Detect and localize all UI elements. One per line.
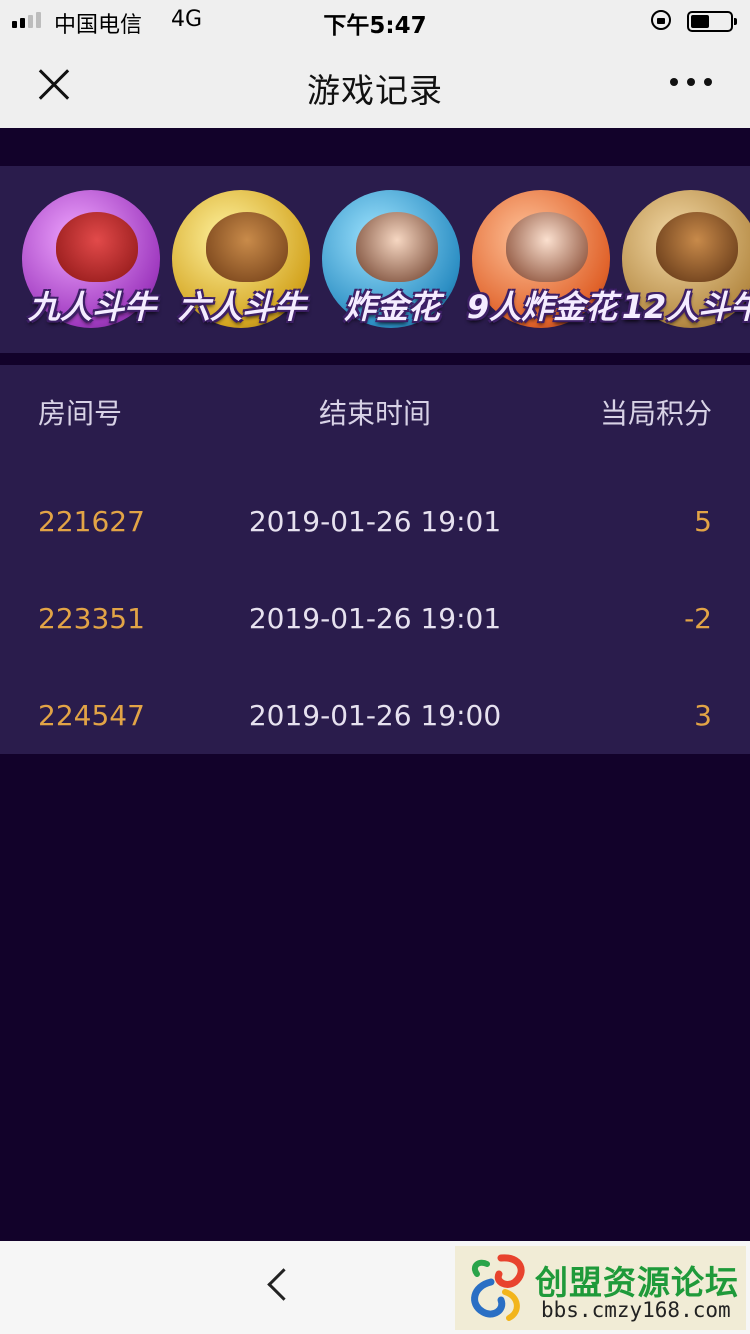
game-tab-golden-flower[interactable]: 炸金花 bbox=[316, 186, 466, 336]
game-label: 9人炸金花 bbox=[466, 288, 618, 326]
game-label: 六人斗牛 bbox=[177, 288, 306, 326]
status-time: 下午5:47 bbox=[323, 13, 427, 39]
game-type-strip: 九人斗牛 六人斗牛 炸金花 9人炸金花 12人斗牛 bbox=[0, 166, 750, 353]
round-score: 5 bbox=[694, 505, 712, 538]
end-time: 2019-01-26 19:00 bbox=[248, 699, 502, 732]
game-label: 12人斗牛 bbox=[621, 288, 750, 326]
game-tab-nine-golden-flower[interactable]: 9人炸金花 bbox=[466, 186, 617, 336]
battery-icon bbox=[687, 11, 737, 32]
forum-watermark: 创盟资源论坛 bbs.cmzy168.com bbox=[455, 1246, 746, 1330]
rotation-lock-icon bbox=[651, 10, 671, 30]
forum-logo-icon bbox=[471, 1254, 525, 1321]
table-row[interactable]: 221627 2019-01-26 19:01 5 bbox=[0, 481, 750, 578]
table-row[interactable]: 224547 2019-01-26 19:00 3 bbox=[0, 675, 750, 772]
round-score: -2 bbox=[684, 602, 712, 635]
forum-title: 创盟资源论坛 bbox=[535, 1263, 739, 1302]
game-record-table: 房间号 结束时间 当局积分 221627 2019-01-26 19:01 5 … bbox=[0, 365, 750, 754]
game-label: 炸金花 bbox=[343, 288, 440, 326]
round-score: 3 bbox=[694, 699, 712, 732]
header-score: 当局积分 bbox=[599, 397, 712, 430]
more-options-icon[interactable] bbox=[670, 78, 720, 90]
table-row[interactable]: 223351 2019-01-26 19:01 -2 bbox=[0, 578, 750, 675]
status-bar: 中国电信 4G 下午5:47 bbox=[0, 0, 750, 40]
nav-bar: 游戏记录 bbox=[0, 40, 750, 128]
table-header: 房间号 结束时间 当局积分 bbox=[0, 365, 750, 453]
game-tab-six-bull[interactable]: 六人斗牛 bbox=[166, 186, 316, 336]
page-title: 游戏记录 bbox=[307, 71, 443, 110]
game-tab-twelve-bull[interactable]: 12人斗牛 bbox=[616, 186, 750, 336]
game-label: 九人斗牛 bbox=[27, 288, 156, 326]
forum-url: bbs.cmzy168.com bbox=[541, 1298, 731, 1322]
back-arrow-icon[interactable] bbox=[262, 1269, 292, 1305]
end-time: 2019-01-26 19:01 bbox=[248, 602, 502, 635]
game-tab-nine-bull[interactable]: 九人斗牛 bbox=[16, 186, 166, 336]
end-time: 2019-01-26 19:01 bbox=[248, 505, 502, 538]
